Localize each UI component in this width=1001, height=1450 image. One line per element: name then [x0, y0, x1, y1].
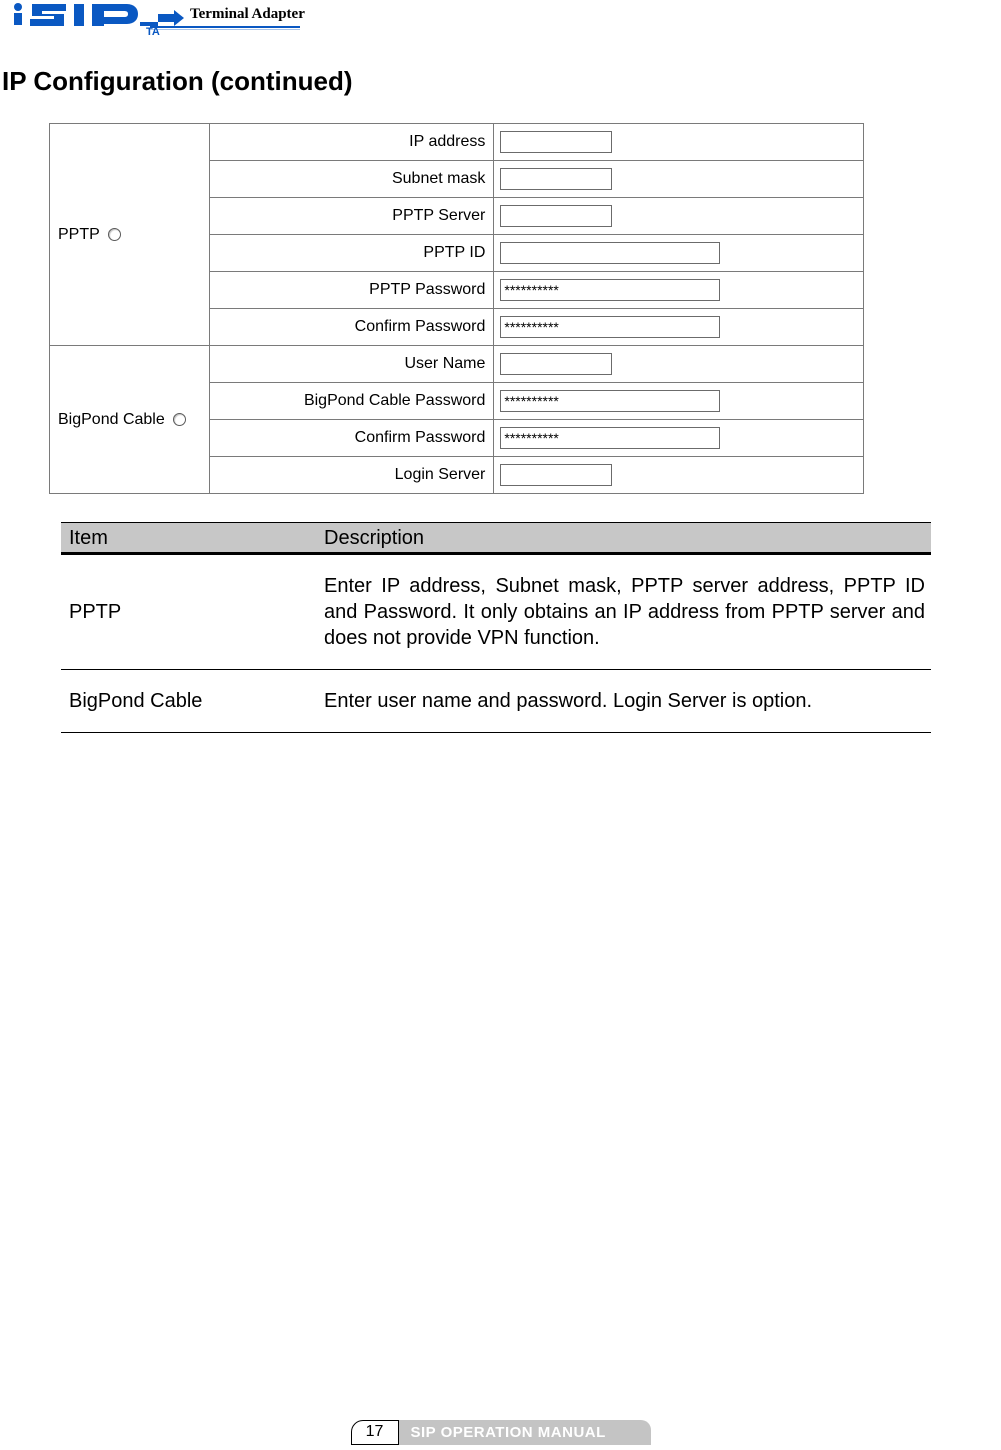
password-input[interactable] — [500, 427, 720, 449]
group-cell: BigPond Cable — [50, 346, 210, 494]
field-label: Login Server — [209, 457, 493, 494]
password-input[interactable] — [500, 390, 720, 412]
config-row: BigPond Cable User Name — [50, 346, 864, 383]
field-input-cell — [494, 457, 864, 494]
text-input[interactable] — [500, 353, 612, 375]
field-input-cell — [494, 420, 864, 457]
password-input[interactable] — [500, 316, 720, 338]
description-table-wrap: Item Description PPTPEnter IP address, S… — [61, 522, 931, 733]
password-input[interactable] — [500, 279, 720, 301]
section-heading: IP Configuration (continued) — [0, 66, 1001, 97]
text-input[interactable] — [500, 205, 612, 227]
description-table: Item Description PPTPEnter IP address, S… — [61, 522, 931, 733]
footer-pill: 17 SIP OPERATION MANUAL — [351, 1420, 651, 1445]
field-input-cell — [494, 124, 864, 161]
table-row: PPTPEnter IP address, Subnet mask, PPTP … — [61, 554, 931, 670]
field-label: IP address — [209, 124, 493, 161]
field-input-cell — [494, 198, 864, 235]
group-radio[interactable] — [108, 228, 121, 241]
group-cell: PPTP — [50, 124, 210, 346]
field-input-cell — [494, 161, 864, 198]
brand-header: TA Terminal Adapter — [0, 0, 1001, 40]
field-label: Subnet mask — [209, 161, 493, 198]
group-label: PPTP — [58, 226, 100, 243]
text-input[interactable] — [500, 168, 612, 190]
field-input-cell — [494, 383, 864, 420]
brand-underline — [150, 26, 300, 36]
page-number: 17 — [351, 1420, 399, 1445]
description-cell: Enter IP address, Subnet mask, PPTP serv… — [316, 554, 931, 670]
pptp-bigpond-config-screenshot: PPTP IP addressSubnet maskPPTP ServerPPT… — [49, 123, 864, 494]
description-header-row: Item Description — [61, 523, 931, 554]
table-row: BigPond CableEnter user name and passwor… — [61, 670, 931, 733]
text-input[interactable] — [500, 131, 612, 153]
footer-label: SIP OPERATION MANUAL — [411, 1420, 606, 1445]
field-label: PPTP ID — [209, 235, 493, 272]
text-input[interactable] — [500, 464, 612, 486]
group-radio[interactable] — [173, 413, 186, 426]
field-input-cell — [494, 309, 864, 346]
field-label: BigPond Cable Password — [209, 383, 493, 420]
group-label: BigPond Cable — [58, 411, 165, 428]
field-label: Confirm Password — [209, 420, 493, 457]
description-cell: Enter user name and password. Login Serv… — [316, 670, 931, 733]
item-cell: PPTP — [61, 554, 316, 670]
description-header-item: Item — [61, 523, 316, 554]
text-input[interactable] — [500, 242, 720, 264]
field-label: User Name — [209, 346, 493, 383]
page-footer: 17 SIP OPERATION MANUAL — [0, 1420, 1001, 1450]
config-row: PPTP IP address — [50, 124, 864, 161]
field-input-cell — [494, 346, 864, 383]
description-header-description: Description — [316, 523, 931, 554]
field-input-cell — [494, 272, 864, 309]
item-cell: BigPond Cable — [61, 670, 316, 733]
field-label: PPTP Server — [209, 198, 493, 235]
field-label: PPTP Password — [209, 272, 493, 309]
field-input-cell — [494, 235, 864, 272]
field-label: Confirm Password — [209, 309, 493, 346]
document-page: TA Terminal Adapter IP Configuration (co… — [0, 0, 1001, 1450]
brand-product-line: Terminal Adapter — [190, 6, 305, 23]
